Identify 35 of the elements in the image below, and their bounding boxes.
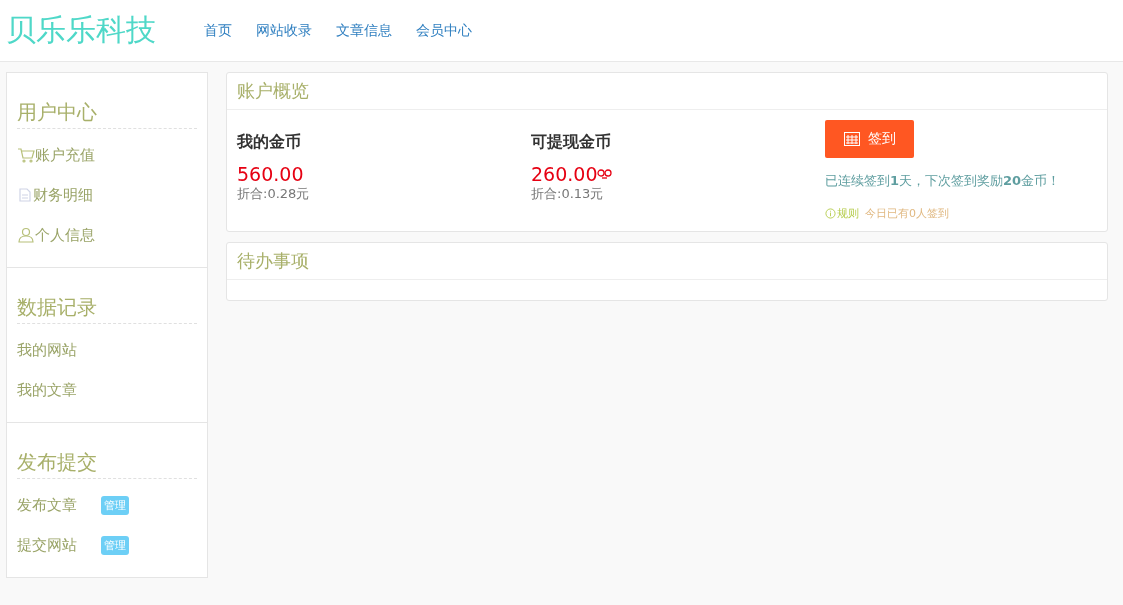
calendar-icon (843, 132, 860, 146)
coin-amount: 260.00 (531, 163, 598, 185)
sidebar-link[interactable]: 提交网站 (17, 535, 77, 555)
rules-link[interactable]: 规则 (825, 206, 859, 221)
cart-icon (17, 147, 35, 163)
checkin-count: 今日已有0人签到 (865, 206, 949, 221)
section-title: 用户中心 (17, 99, 197, 129)
link-icon[interactable] (597, 169, 613, 179)
sidebar-link[interactable]: 个人信息 (35, 225, 95, 245)
user-icon (17, 227, 35, 243)
stat-label: 我的金币 (237, 132, 302, 153)
sidebar-link[interactable]: 我的网站 (17, 340, 77, 360)
section-title: 数据记录 (17, 294, 197, 324)
sidebar-link[interactable]: 财务明细 (33, 185, 93, 205)
sidebar-link[interactable]: 发布文章 (17, 495, 77, 515)
conversion-note: 折合:0.28元 (237, 185, 311, 203)
stat-label: 可提现金币 (531, 132, 612, 153)
sidebar-link[interactable]: 我的文章 (17, 380, 77, 400)
sidebar-link[interactable]: 账户充值 (35, 145, 95, 165)
panel-title: 待办事项 (227, 243, 1107, 280)
manage-tag[interactable]: 管理 (101, 535, 129, 555)
info-icon (825, 208, 836, 219)
section-title: 发布提交 (17, 449, 197, 479)
conversion-note: 折合:0.13元 (531, 185, 605, 203)
nav-link[interactable]: 首页 (204, 21, 232, 40)
nav-link[interactable]: 文章信息 (336, 21, 392, 40)
nav-link[interactable]: 网站收录 (256, 21, 312, 40)
nav-link[interactable]: 会员中心 (416, 21, 472, 40)
panel-title: 账户概览 (227, 73, 1107, 110)
site-logo[interactable]: 贝乐乐科技 (6, 10, 156, 51)
manage-tag[interactable]: 管理 (101, 495, 129, 515)
checkin-button[interactable]: 签到 (825, 120, 914, 158)
document-icon (17, 187, 33, 203)
coin-amount: 560.00 (237, 163, 304, 185)
checkin-message: 已连续签到1天，下次签到奖励20金币！ (825, 172, 1062, 190)
